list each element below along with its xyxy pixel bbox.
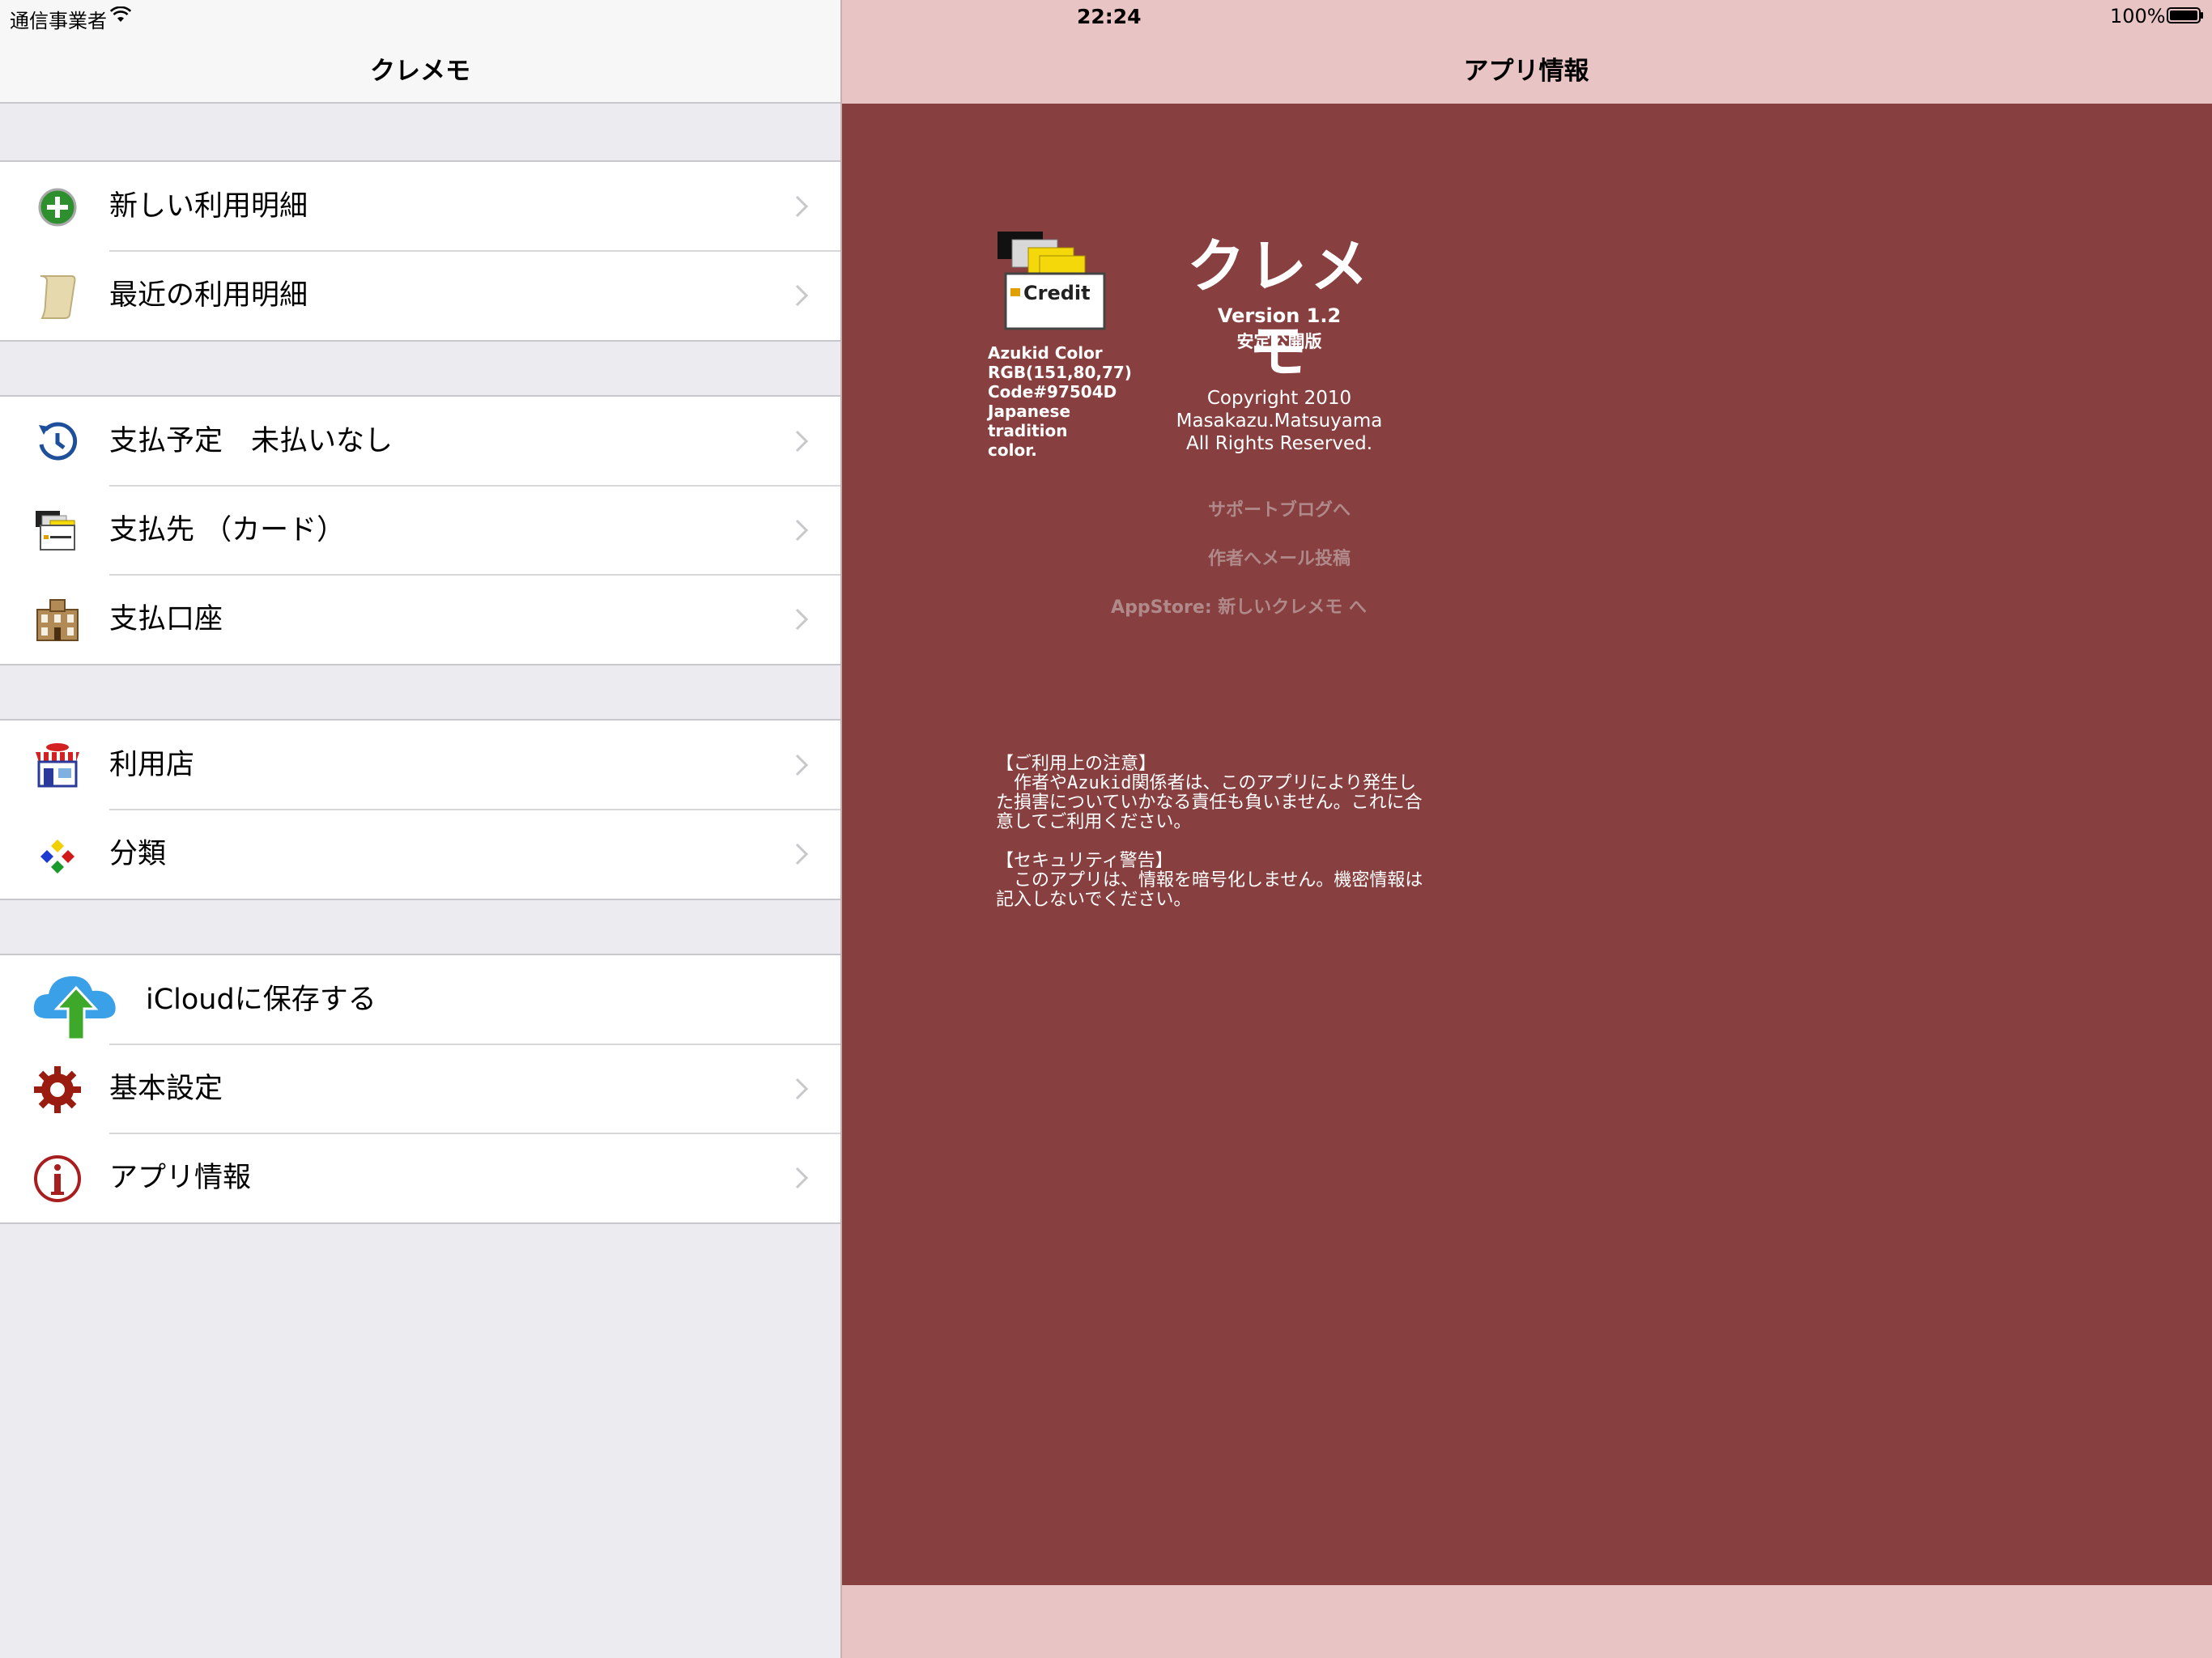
menu-item-label: 分類 [109, 838, 167, 870]
app-edition: 安定公開版 [1236, 332, 1322, 351]
card-chip-icon [1010, 288, 1020, 296]
menu-item-settings[interactable]: 基本設定 [0, 1044, 840, 1134]
color-note: Azukid Color RGB(151,80,77) Code#97504D … [988, 343, 1132, 460]
menu-group-system: iCloudに保存する 基本設定 アプリ情報 [0, 954, 840, 1224]
menu-item-label: 新しい利用明細 [109, 190, 308, 223]
history-icon [39, 422, 78, 461]
detail-title: アプリ情報 [1463, 57, 1589, 86]
menu-item-label: 支払予定 未払いなし [109, 425, 393, 457]
menu-item-label: 支払先 （カード） [109, 514, 346, 546]
appstore-link[interactable]: AppStore: 新しいクレメモ へ [1036, 593, 1441, 619]
chevron-right-icon [795, 284, 808, 307]
chevron-right-icon [795, 195, 808, 218]
menu-item-label: アプリ情報 [109, 1162, 252, 1194]
chevron-right-icon [795, 519, 808, 542]
chevron-right-icon [795, 430, 808, 453]
support-blog-link[interactable]: サポートブログへ [1077, 495, 1482, 521]
chevron-right-icon [795, 1167, 808, 1189]
menu-group-entries: 新しい利用明細 最近の利用明細 [0, 160, 840, 342]
master-title: クレメモ [370, 57, 470, 86]
chevron-right-icon [795, 1078, 808, 1100]
app-icon-badge: Credit [1023, 282, 1091, 304]
carrier-label: 通信事業者 [10, 10, 107, 32]
menu-item-label: 最近の利用明細 [109, 279, 308, 312]
battery-icon [2167, 7, 2203, 23]
menu-item-payment-account[interactable]: 支払口座 [0, 575, 840, 664]
chevron-right-icon [795, 754, 808, 776]
battery-percentage: 100% [2110, 5, 2166, 28]
add-icon [38, 188, 77, 227]
menu-item-recent-statements[interactable]: 最近の利用明細 [0, 251, 840, 340]
chevron-right-icon [795, 608, 808, 631]
menu-item-label: 基本設定 [109, 1073, 223, 1105]
status-time: 22:24 [1077, 5, 1142, 28]
wifi-icon [110, 6, 131, 22]
app-version: Version 1.2 [1217, 304, 1342, 327]
gear-icon [34, 1066, 81, 1113]
payment-card-icon [36, 511, 75, 551]
menu-item-new-statement[interactable]: 新しい利用明細 [0, 162, 840, 252]
chevron-right-icon [795, 843, 808, 865]
menu-group-payment: 支払予定 未払いなし 支払先 （カード） 支払口座 [0, 395, 840, 665]
icloud-upload-icon [33, 976, 116, 1041]
menu-item-icloud-save[interactable]: iCloudに保存する [0, 955, 840, 1045]
master-pane: 通信事業者 クレメモ 新しい利用明細 最近の利用明細 支払予定 未払いなし 支払… [0, 0, 840, 1658]
app-name: クレメモ [1186, 232, 1372, 385]
menu-item-payment-schedule[interactable]: 支払予定 未払いなし [0, 397, 840, 487]
menu-item-payees-card[interactable]: 支払先 （カード） [0, 486, 840, 576]
menu-group-masters: 利用店 分類 [0, 719, 840, 900]
menu-item-app-info[interactable]: アプリ情報 [0, 1133, 840, 1222]
info-icon [34, 1155, 81, 1202]
category-icon [40, 840, 74, 874]
scroll-icon [40, 275, 76, 319]
menu-item-shops[interactable]: 利用店 [0, 721, 840, 810]
copyright: Copyright 2010 Masakazu.Matsuyama All Ri… [1176, 388, 1383, 454]
master-nav-bar: 通信事業者 クレメモ [0, 0, 840, 104]
usage-notice: 【ご利用上の注意】 作者やAzukid関係者は、このアプリにより発生した損害につ… [996, 754, 1423, 910]
mail-author-link[interactable]: 作者へメール投稿 [1077, 544, 1482, 570]
menu-item-categories[interactable]: 分類 [0, 810, 840, 899]
bank-icon [36, 599, 79, 641]
menu-item-label: 支払口座 [109, 603, 223, 636]
app-icon [998, 232, 1106, 330]
menu-item-label: 利用店 [109, 749, 195, 781]
menu-item-label: iCloudに保存する [146, 984, 376, 1016]
shop-icon [36, 743, 79, 788]
